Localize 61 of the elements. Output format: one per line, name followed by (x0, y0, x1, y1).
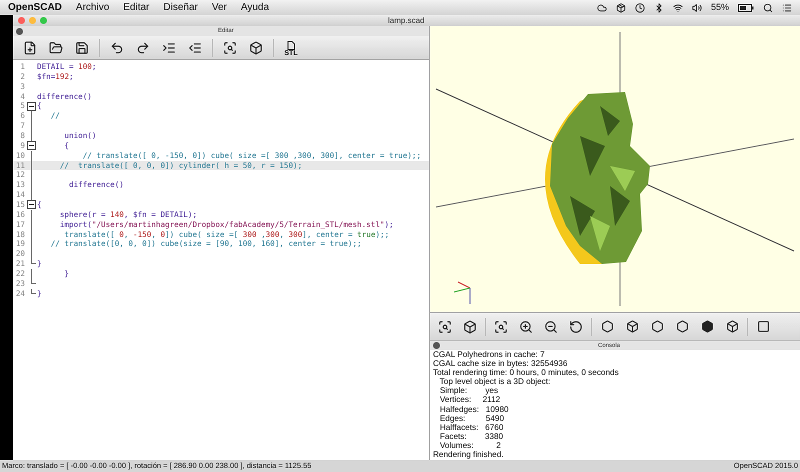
clock-icon[interactable] (634, 2, 645, 12)
close-icon[interactable] (16, 28, 23, 34)
console-line: Edges: 5490 (438, 414, 506, 423)
close-icon[interactable] (433, 342, 440, 349)
cube-icon (700, 320, 714, 333)
console-line: Halfedges: 10980 (438, 404, 510, 414)
console-line: Total rendering time: 0 hours, 0 minutes, 0 seconds (433, 368, 620, 378)
console-line: Vertices: 2112 (438, 395, 502, 405)
undo-icon (110, 40, 124, 54)
folder-icon (49, 40, 63, 54)
console-line: Volumes: 2 (438, 440, 502, 450)
axis-indicator-icon (454, 282, 470, 304)
search-icon[interactable] (763, 2, 773, 12)
console-line: Rendering finished. (433, 450, 505, 460)
fold-guide-line (30, 269, 32, 279)
zoom-out-icon (544, 320, 558, 334)
file-icon (287, 40, 295, 50)
window-title: lamp.scad (388, 16, 424, 24)
fold-toggle-icon[interactable] (26, 141, 36, 150)
menu-item[interactable]: Diseñar (163, 0, 198, 15)
cloud-icon[interactable] (596, 2, 607, 12)
console-line: CGAL Polyhedrons in cache: 7 (433, 350, 546, 360)
new-file-icon (23, 40, 37, 54)
volume-icon[interactable] (692, 2, 702, 12)
menu-item[interactable]: Editar (123, 0, 150, 15)
fold-end-line (30, 288, 36, 294)
console-line: Facets: 3380 (438, 432, 504, 441)
preview-icon (223, 40, 237, 54)
console-line: Simple: yes (438, 386, 498, 396)
cube-icon (249, 40, 263, 54)
box-icon[interactable] (616, 2, 626, 12)
fold-toggle-icon[interactable] (26, 200, 36, 210)
menu-item[interactable]: Ayuda (240, 0, 270, 15)
fold-toggle-icon[interactable] (26, 102, 36, 111)
zoom-fit-icon (494, 320, 508, 334)
wifi-icon[interactable] (672, 2, 683, 12)
menu-item[interactable]: Archivo (76, 0, 110, 15)
app-menu[interactable]: OpenSCAD (8, 0, 62, 15)
cube-icon (726, 320, 738, 333)
menu-item[interactable]: Ver (212, 0, 227, 15)
unindent-icon (188, 40, 202, 54)
cube-icon (463, 320, 477, 334)
hexagon-icon (676, 320, 688, 333)
battery-percentage: 55% (710, 0, 729, 14)
preview-icon (438, 320, 452, 334)
bluetooth-icon[interactable] (654, 2, 664, 12)
reset-icon (569, 320, 583, 334)
indent-icon (162, 40, 176, 54)
square-icon (756, 320, 770, 333)
console-line: CGAL cache size in bytes: 32554936 (433, 359, 568, 368)
console-line: Top level object is a 3D object: (438, 377, 552, 386)
cube-icon (626, 320, 638, 333)
battery-icon[interactable] (738, 4, 754, 12)
menu-icon[interactable] (782, 2, 792, 12)
fold-end-line (30, 259, 36, 264)
redo-icon (136, 40, 150, 54)
hexagon-icon (650, 320, 664, 333)
console-line: Halffacets: 6760 (438, 422, 504, 432)
hexagon-icon (600, 320, 614, 333)
zoom-in-icon (519, 320, 533, 334)
fold-end-line (30, 278, 36, 284)
